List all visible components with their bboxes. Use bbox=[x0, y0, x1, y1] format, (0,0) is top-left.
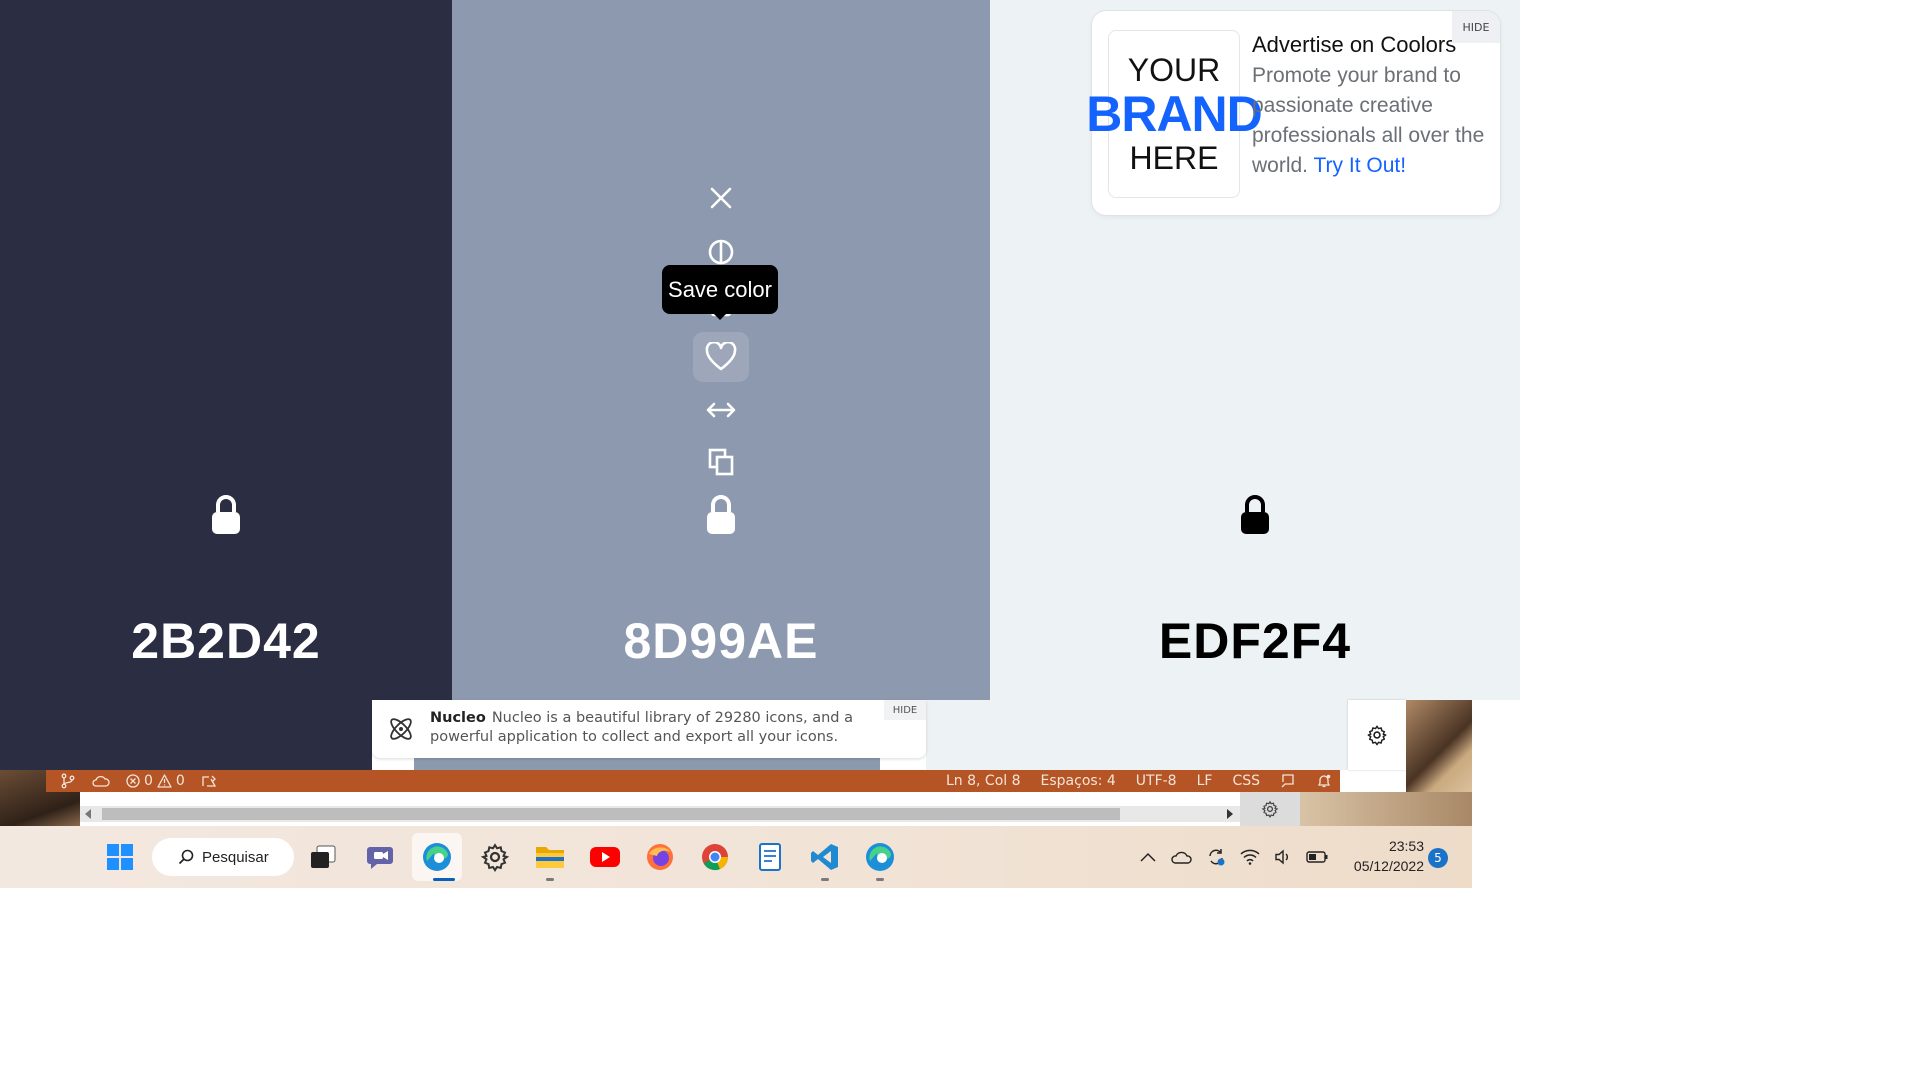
color-hex-label[interactable]: 8D99AE bbox=[452, 612, 990, 670]
open-app-indicator bbox=[546, 878, 554, 881]
color-hex-label[interactable]: 2B2D42 bbox=[0, 612, 452, 670]
encoding[interactable]: UTF-8 bbox=[1136, 773, 1177, 789]
error-icon bbox=[126, 774, 140, 788]
arrows-horizontal-icon[interactable] bbox=[699, 388, 743, 432]
ad-logo-line-brand: BRAND bbox=[1086, 86, 1263, 142]
volume-icon[interactable] bbox=[1274, 849, 1292, 865]
ad-logo-line-here: HERE bbox=[1129, 140, 1219, 176]
nucleo-hide-button[interactable]: HIDE bbox=[884, 700, 926, 720]
scroll-left-arrow-icon[interactable] bbox=[84, 809, 92, 819]
onedrive-icon[interactable] bbox=[1170, 850, 1192, 864]
close-icon[interactable] bbox=[699, 176, 743, 220]
end-of-line[interactable]: LF bbox=[1197, 773, 1213, 789]
sync-icon[interactable] bbox=[1206, 847, 1226, 867]
ad-title: Advertise on Coolors bbox=[1252, 32, 1457, 57]
file-explorer-icon[interactable] bbox=[533, 840, 567, 874]
heart-icon[interactable] bbox=[693, 332, 749, 382]
youtube-icon[interactable] bbox=[588, 840, 622, 874]
wifi-icon[interactable] bbox=[1240, 849, 1260, 865]
cursor-position[interactable]: Ln 8, Col 8 bbox=[946, 773, 1021, 789]
search-label: Pesquisar bbox=[202, 848, 269, 866]
edge-icon[interactable] bbox=[863, 840, 897, 874]
palette-color-2[interactable]: 8D99AE bbox=[452, 0, 990, 700]
chevron-up-icon[interactable] bbox=[1140, 852, 1156, 862]
ad-hide-button[interactable]: HIDE bbox=[1452, 11, 1500, 43]
warning-icon bbox=[157, 774, 172, 788]
live-share-icon[interactable] bbox=[201, 774, 217, 788]
feedback-icon[interactable] bbox=[1280, 773, 1296, 789]
teams-chat-icon[interactable] bbox=[364, 840, 398, 874]
system-tray bbox=[1140, 826, 1328, 888]
open-app-indicator bbox=[821, 878, 829, 881]
settings-icon[interactable] bbox=[478, 840, 512, 874]
notifications-bell-icon[interactable] bbox=[1316, 773, 1332, 789]
battery-icon[interactable] bbox=[1306, 851, 1328, 863]
notification-badge[interactable]: 5 bbox=[1428, 848, 1448, 868]
windows-start-icon[interactable] bbox=[103, 840, 137, 874]
clock-date: 05/12/2022 bbox=[1353, 858, 1424, 874]
problems-indicator[interactable]: 0 0 bbox=[126, 773, 185, 789]
vscode-status-bar: 0 0 Ln 8, Col 8 Espaços: 4 UTF-8 LF CSS bbox=[46, 770, 1340, 792]
atom-icon bbox=[386, 714, 416, 744]
taskbar-clock[interactable]: 23:53 05/12/2022 bbox=[1338, 836, 1424, 876]
desktop-wallpaper-strip bbox=[1300, 792, 1472, 826]
error-count: 0 bbox=[144, 773, 153, 789]
editor-backdrop-dark bbox=[0, 700, 372, 770]
lock-icon[interactable] bbox=[1239, 494, 1271, 536]
tooltip-arrow bbox=[712, 312, 728, 320]
indentation[interactable]: Espaços: 4 bbox=[1041, 773, 1116, 789]
ad-brand-logo[interactable]: YOUR BRAND HERE bbox=[1086, 30, 1263, 198]
language-mode[interactable]: CSS bbox=[1232, 773, 1260, 789]
search-icon bbox=[178, 849, 194, 865]
editor-settings-gear[interactable] bbox=[1240, 792, 1300, 826]
gear-icon bbox=[1367, 725, 1387, 746]
palette-color-1[interactable]: 2B2D42 bbox=[0, 0, 452, 700]
firefox-icon[interactable] bbox=[643, 840, 677, 874]
warning-count: 0 bbox=[175, 773, 185, 789]
editor-backdrop-light bbox=[926, 700, 1348, 770]
nucleo-description: Nucleo Nucleo is a beautiful library of 2… bbox=[430, 709, 860, 747]
task-view-icon[interactable] bbox=[306, 840, 340, 874]
scrollbar-thumb[interactable] bbox=[102, 808, 1120, 820]
active-app-indicator bbox=[433, 878, 455, 881]
sync-cloud-icon[interactable] bbox=[92, 774, 110, 788]
ad-try-it-link[interactable]: Try It Out! bbox=[1314, 154, 1407, 177]
gear-icon bbox=[1261, 800, 1279, 818]
nucleo-name[interactable]: Nucleo bbox=[430, 710, 486, 726]
ad-description: Promote your brand to passionate creativ… bbox=[1252, 61, 1488, 181]
copy-icon[interactable] bbox=[699, 440, 743, 484]
source-control-icon[interactable] bbox=[60, 773, 76, 789]
open-app-indicator bbox=[876, 878, 884, 881]
advertise-card[interactable]: YOUR BRAND HERE Advertise on Coolors Pro… bbox=[1086, 11, 1500, 215]
windows-taskbar: Pesquisar 23:53 05/12/2022 5 bbox=[0, 826, 1472, 888]
taskbar-search[interactable]: Pesquisar bbox=[152, 838, 294, 876]
horizontal-scrollbar[interactable] bbox=[80, 806, 1240, 822]
lock-icon[interactable] bbox=[210, 494, 242, 536]
clock-time: 23:53 bbox=[1388, 838, 1424, 854]
chrome-icon[interactable] bbox=[698, 840, 732, 874]
save-color-tooltip: Save color bbox=[662, 265, 778, 314]
ad-logo-line-your: YOUR bbox=[1127, 52, 1221, 88]
scroll-right-arrow-icon[interactable] bbox=[1226, 809, 1234, 819]
notepad-icon[interactable] bbox=[753, 840, 787, 874]
nucleo-text: Nucleo is a beautiful library of 29280 i… bbox=[430, 710, 853, 745]
lock-icon[interactable] bbox=[705, 494, 737, 536]
color-hex-label[interactable]: EDF2F4 bbox=[990, 612, 1520, 670]
nucleo-banner[interactable]: Nucleo Nucleo is a beautiful library of 2… bbox=[372, 700, 926, 758]
vscode-icon[interactable] bbox=[808, 840, 842, 874]
settings-button[interactable] bbox=[1348, 700, 1406, 770]
edge-icon[interactable] bbox=[420, 840, 454, 874]
